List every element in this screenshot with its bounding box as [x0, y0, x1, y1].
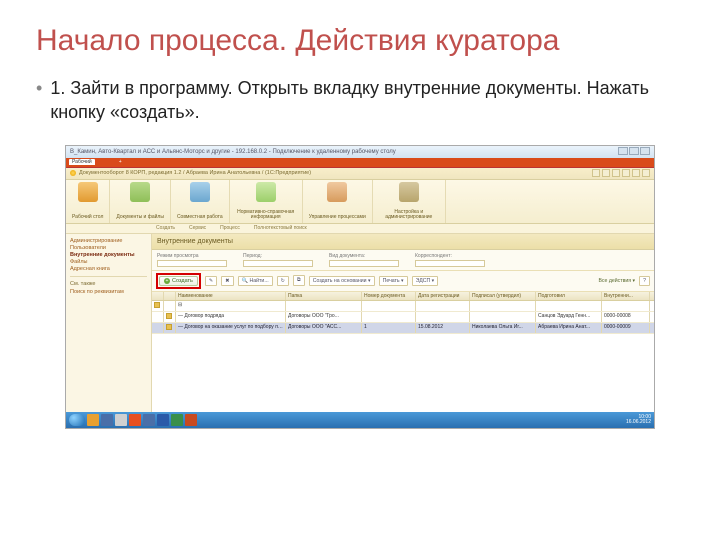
col-prepared[interactable]: Подготовил	[536, 292, 602, 300]
sidebar: Администрирование Пользователи Внутренни…	[66, 234, 152, 412]
filter-viewmode-input[interactable]	[157, 260, 227, 267]
print-button[interactable]: Печать ▾	[379, 276, 408, 286]
ribbon-group-processes[interactable]: Управление процессами	[303, 180, 373, 223]
grid-row-selected[interactable]: — Договор на оказание услуг по подбору п…	[152, 323, 654, 334]
filter-correspondent-input[interactable]	[415, 260, 485, 267]
tool-refresh[interactable]: ↻	[277, 276, 289, 286]
app-title: Документооборот 8 КОРП, редакция 1.2 / А…	[79, 170, 311, 176]
row-icon	[166, 324, 172, 330]
taskbar-powerpoint-icon[interactable]	[185, 414, 197, 426]
desktop-icon	[78, 182, 98, 202]
documents-grid: Наименование Папка Номер документа Дата …	[152, 292, 654, 412]
ribbon: Рабочий стол Документы и файлы Совместна…	[66, 180, 654, 224]
app-screenshot: В_Камин, Авто-Квартал и АСС и Альянс-Мот…	[65, 145, 655, 429]
taskbar-app-icon[interactable]	[101, 414, 113, 426]
edsp-button[interactable]: ЭДСП ▾	[412, 276, 439, 286]
os-window-titlebar: В_Камин, Авто-Квартал и АСС и Альянс-Мот…	[66, 146, 654, 158]
settings-icon	[399, 182, 419, 202]
row-icon	[166, 313, 172, 319]
taskbar-app-icon[interactable]	[143, 414, 155, 426]
find-button[interactable]: 🔍 Найти...	[238, 276, 273, 286]
row-icon	[154, 302, 160, 308]
content-title: Внутренние документы	[152, 234, 654, 250]
taskbar-excel-icon[interactable]	[171, 414, 183, 426]
window-controls[interactable]	[617, 147, 650, 157]
os-window-title: В_Камин, Авто-Квартал и АСС и Альянс-Мот…	[70, 149, 396, 155]
tab-new[interactable]: +	[116, 159, 125, 165]
subribbon-process[interactable]: Процесс	[220, 225, 240, 231]
os-taskbar: 10:00 16.06.2012	[66, 412, 654, 428]
sidebar-item-files[interactable]: Файлы	[70, 259, 147, 265]
taskbar-app-icon[interactable]	[115, 414, 127, 426]
filter-period-input[interactable]	[243, 260, 313, 267]
help-icon[interactable]: ?	[639, 276, 650, 286]
col-internal[interactable]: Внутренни...	[602, 292, 650, 300]
filter-bar: Режим просмотра Период: Вид документа: К…	[152, 250, 654, 271]
sub-ribbon: Создать Сервис Процесс Полнотекстовый по…	[66, 224, 654, 234]
taskbar-word-icon[interactable]	[157, 414, 169, 426]
taskbar-app-icon[interactable]	[87, 414, 99, 426]
filter-doctype-label: Вид документа:	[329, 253, 399, 259]
start-button[interactable]	[69, 414, 85, 426]
sidebar-item-internal-docs[interactable]: Внутренние документы	[70, 252, 147, 258]
tab-active[interactable]: Рабочий	[69, 159, 95, 165]
grid-row[interactable]: ⊟	[152, 301, 654, 312]
sidebar-item-addressbook[interactable]: Адресная книга	[70, 266, 147, 272]
ribbon-group-settings[interactable]: Настройка и администрирование	[373, 180, 446, 223]
create-button-label: Создать	[172, 278, 193, 284]
sidebar-item-users[interactable]: Пользователи	[70, 245, 147, 251]
plus-icon: +	[164, 278, 170, 284]
content-toolbar: + Создать ✎ ✖ 🔍 Найти... ↻ ⧉ Создать на …	[152, 271, 654, 292]
filter-viewmode-label: Режим просмотра	[157, 253, 227, 259]
create-button[interactable]: + Создать	[159, 276, 198, 286]
documents-icon	[130, 182, 150, 202]
ribbon-group-collab[interactable]: Совместная работа	[171, 180, 230, 223]
all-actions-button[interactable]: Все действия ▾	[598, 278, 635, 284]
create-highlight: + Создать	[156, 273, 201, 289]
tool-edit[interactable]: ✎	[205, 276, 217, 286]
filter-correspondent-label: Корреспондент:	[415, 253, 485, 259]
ribbon-group-desktop[interactable]: Рабочий стол	[66, 180, 110, 223]
content-area: Внутренние документы Режим просмотра Пер…	[152, 234, 654, 412]
filter-doctype-input[interactable]	[329, 260, 399, 267]
subribbon-fulltext[interactable]: Полнотекстовый поиск	[254, 225, 307, 231]
taskbar-clock[interactable]: 10:00 16.06.2012	[626, 415, 651, 425]
step-body: 1. Зайти в программу. Открыть вкладку вн…	[50, 76, 684, 125]
create-basis-button[interactable]: Создать на основании ▾	[309, 276, 375, 286]
filter-period-label: Период:	[243, 253, 313, 259]
app-titlebar: Документооборот 8 КОРП, редакция 1.2 / А…	[66, 168, 654, 180]
ribbon-group-reference[interactable]: Нормативно-справочная информация	[230, 180, 303, 223]
app-window-controls[interactable]	[592, 169, 650, 177]
subribbon-service[interactable]: Сервис	[189, 225, 206, 231]
tool-copy[interactable]: ⧉	[293, 275, 305, 286]
tool-delete[interactable]: ✖	[221, 276, 233, 286]
grid-header: Наименование Папка Номер документа Дата …	[152, 292, 654, 301]
step-text: • 1. Зайти в программу. Открыть вкладку …	[36, 76, 684, 125]
sidebar-seealso: См. также	[70, 281, 147, 287]
grid-row[interactable]: — Договор подряда Договоры ООО "Гро... С…	[152, 312, 654, 323]
col-signed[interactable]: Подписал (утвердил)	[470, 292, 536, 300]
browser-tabs: Рабочий +	[66, 158, 654, 168]
bullet-icon: •	[36, 76, 42, 125]
ribbon-group-documents[interactable]: Документы и файлы	[110, 180, 171, 223]
subribbon-create[interactable]: Создать	[156, 225, 175, 231]
col-num[interactable]: Номер документа	[362, 292, 416, 300]
col-date[interactable]: Дата регистрации	[416, 292, 470, 300]
col-folder[interactable]: Папка	[286, 292, 362, 300]
sidebar-item-admin[interactable]: Администрирование	[70, 238, 147, 244]
app-logo-icon	[70, 170, 76, 176]
sidebar-item-search[interactable]: Поиск по реквизитам	[70, 289, 147, 295]
processes-icon	[327, 182, 347, 202]
collab-icon	[190, 182, 210, 202]
reference-icon	[256, 182, 276, 202]
taskbar-app-icon[interactable]	[129, 414, 141, 426]
slide-title: Начало процесса. Действия куратора	[36, 24, 684, 58]
col-name[interactable]: Наименование	[176, 292, 286, 300]
